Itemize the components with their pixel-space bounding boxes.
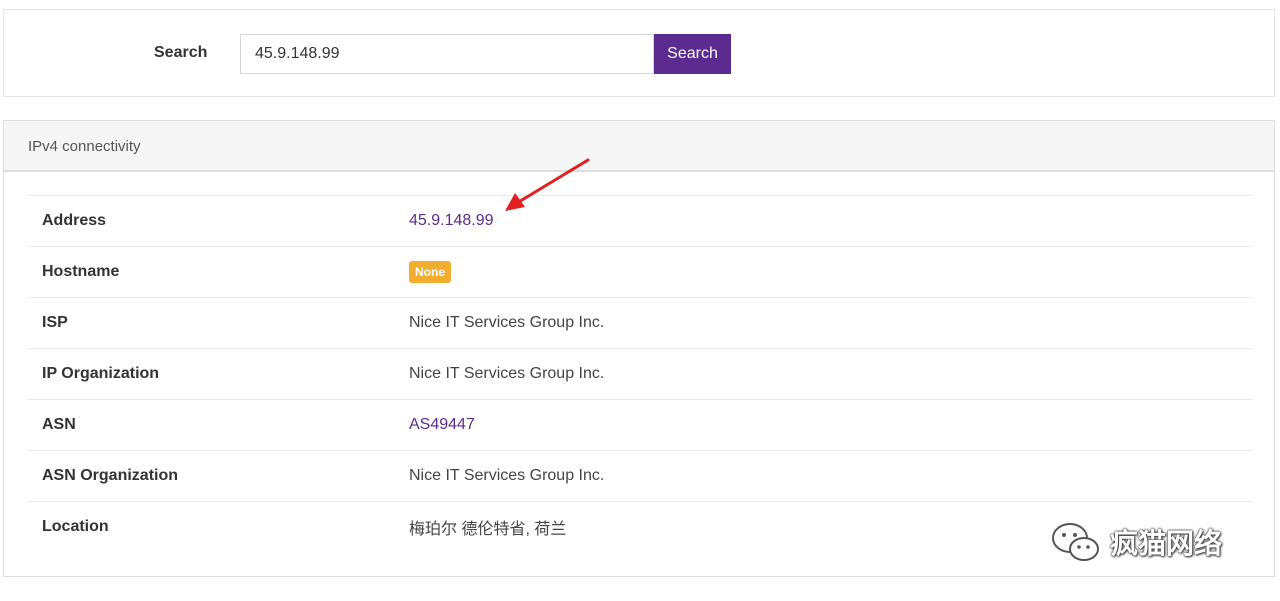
row-key: ISP xyxy=(42,314,68,331)
row-key: IP Organization xyxy=(42,365,160,382)
info-table: Address 45.9.148.99 Hostname None ISP Ni… xyxy=(28,195,1252,553)
table-row: IP Organization Nice IT Services Group I… xyxy=(28,348,1252,400)
row-key: Address xyxy=(42,212,107,229)
table-row: ISP Nice IT Services Group Inc. xyxy=(28,297,1252,349)
panel-header: IPv4 connectivity xyxy=(4,121,1274,172)
table-row: ASN AS49447 xyxy=(28,399,1252,451)
search-label: Search xyxy=(154,44,208,61)
search-panel: Search Search xyxy=(3,9,1275,97)
address-link[interactable]: 45.9.148.99 xyxy=(409,212,494,229)
table-row: Address 45.9.148.99 xyxy=(28,195,1252,247)
watermark: 疯猫网络 xyxy=(1050,520,1222,564)
red-arrow-icon xyxy=(505,158,590,211)
watermark-text: 疯猫网络 xyxy=(1110,527,1223,560)
hostname-badge: None xyxy=(409,261,451,283)
wechat-icon xyxy=(1052,523,1099,561)
row-key: Hostname xyxy=(42,263,120,280)
row-key: Location xyxy=(42,518,109,536)
row-key: ASN xyxy=(42,416,76,433)
table-row: Hostname None xyxy=(28,246,1252,298)
row-value: Nice IT Services Group Inc. xyxy=(409,365,605,382)
search-input[interactable] xyxy=(240,34,654,74)
ipv4-connectivity-panel: IPv4 connectivity Address 45.9.148.99 Ho… xyxy=(3,120,1275,577)
row-key: ASN Organization xyxy=(42,467,179,484)
asn-link[interactable]: AS49447 xyxy=(409,416,475,433)
search-button[interactable]: Search xyxy=(654,34,731,74)
table-row: ASN Organization Nice IT Services Group … xyxy=(28,450,1252,502)
row-value: Nice IT Services Group Inc. xyxy=(409,467,605,484)
row-value: Nice IT Services Group Inc. xyxy=(409,314,605,331)
